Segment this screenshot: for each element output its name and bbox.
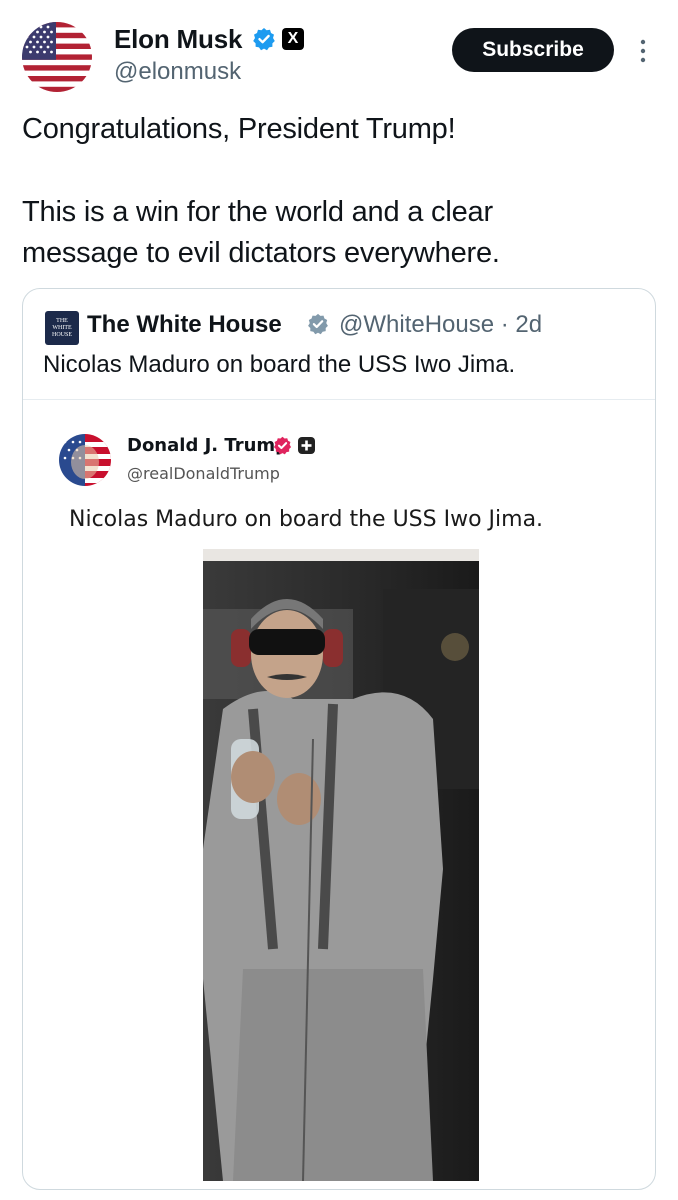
truth-verified-badge-icon [273, 436, 292, 455]
tweet-text-line: Congratulations, President Trump! [22, 113, 456, 145]
author-name[interactable]: Elon Musk [114, 24, 242, 55]
quote-author-name[interactable]: The White House [87, 311, 282, 339]
embedded-author-name: Donald J. Trump [127, 435, 289, 456]
verified-badge-icon [307, 313, 329, 335]
quoted-post-card[interactable]: THE WHITE HOUSE The White House @WhiteHo… [22, 288, 656, 1190]
photo-maduro-blindfolded-icon [203, 549, 479, 1181]
author-handle[interactable]: @elonmusk [114, 58, 241, 86]
embedded-author-avatar [59, 434, 111, 486]
tweet-text-line: message to evil dictators everywhere. [22, 237, 500, 269]
white-house-logo: THE WHITE HOUSE [45, 311, 79, 345]
plus-badge-icon [298, 437, 315, 454]
quote-author-handle: @WhiteHouse [339, 311, 495, 338]
x-affiliate-badge: X [282, 28, 304, 50]
quote-text: Nicolas Maduro on board the USS Iwo Jima… [43, 351, 516, 378]
embedded-text: Nicolas Maduro on board the USS Iwo Jima… [69, 507, 544, 532]
trump-flag-avatar-icon [59, 434, 111, 486]
post-photo[interactable] [203, 549, 479, 1181]
author-avatar[interactable] [22, 22, 92, 92]
embedded-author-handle: @realDonaldTrump [127, 464, 280, 483]
verified-badge-icon [252, 27, 276, 51]
tweet-text-line: This is a win for the world and a clear [22, 196, 493, 228]
white-house-logo-text: THE WHITE HOUSE [51, 317, 72, 338]
more-vertical-icon[interactable] [636, 38, 650, 64]
quote-divider [23, 399, 655, 400]
quote-time: · 2d [500, 311, 543, 338]
subscribe-button[interactable]: Subscribe [452, 28, 614, 72]
us-flag-avatar-icon [22, 22, 92, 92]
quote-author-handle-time[interactable]: @WhiteHouse · 2d [339, 311, 542, 339]
